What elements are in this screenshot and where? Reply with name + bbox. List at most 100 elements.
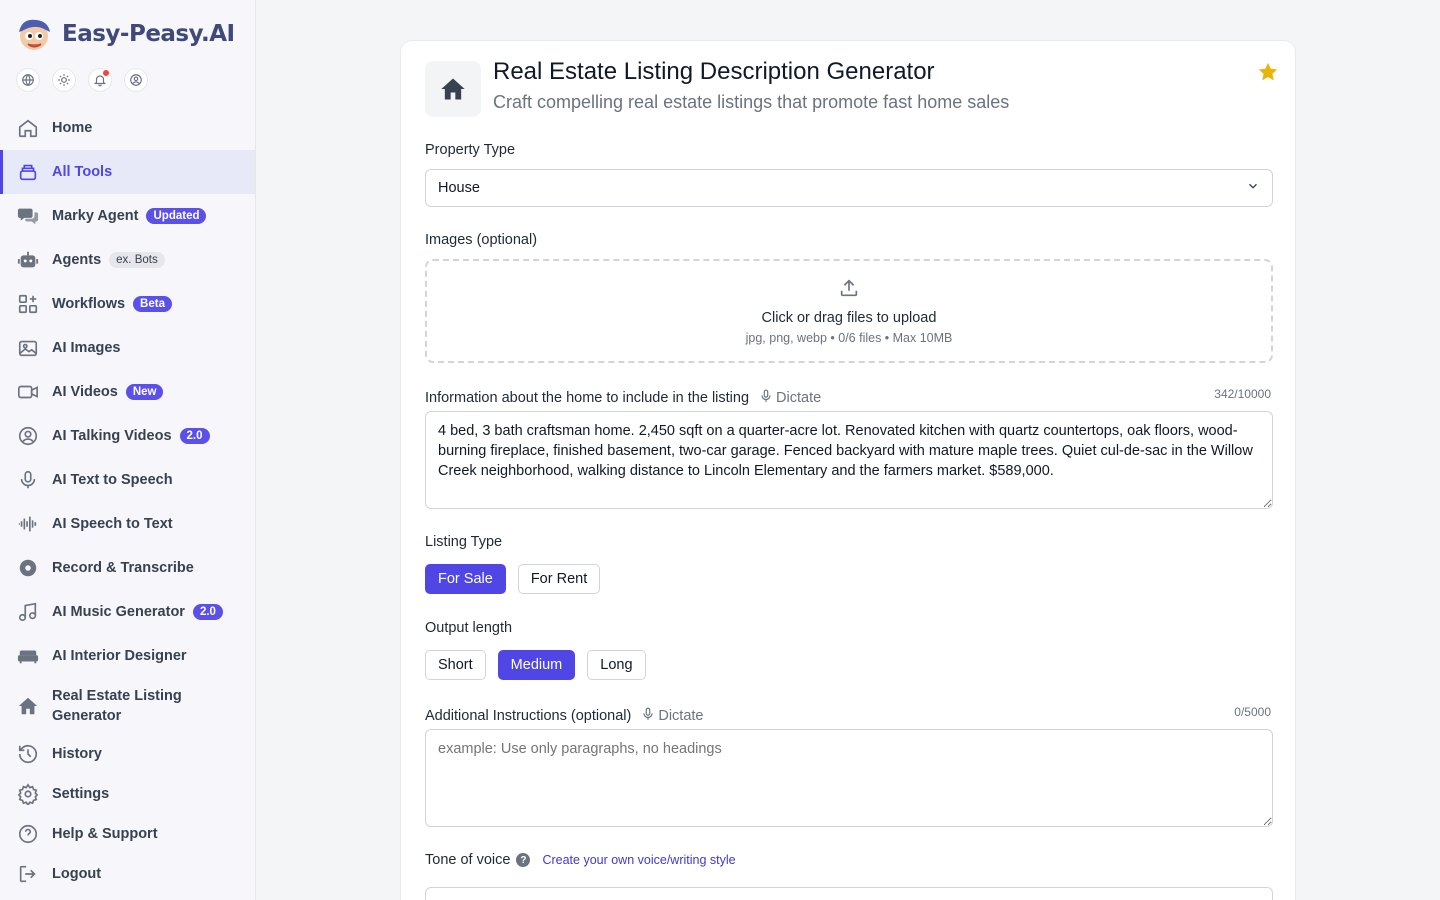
output-length-group: Short Medium Long [425, 650, 646, 680]
images-icon [16, 336, 40, 360]
globe-icon[interactable] [16, 68, 40, 92]
sidebar-item-ai-text-to-speech[interactable]: AI Text to Speech [0, 458, 255, 502]
sidebar-item-ai-music-generator[interactable]: AI Music Generator 2.0 [0, 590, 255, 634]
sidebar-item-label: Real Estate Listing Generator [52, 688, 182, 724]
info-label: Information about the home to include in… [425, 390, 750, 406]
help-icon [16, 822, 40, 846]
microphone-icon [759, 387, 773, 409]
image-upload-dropzone[interactable]: Click or drag files to upload jpg, png, … [425, 259, 1273, 363]
sidebar-item-label: Record & Transcribe [52, 560, 194, 576]
sidebar-item-agents[interactable]: Agents ex. Bots [0, 238, 255, 282]
microphone-icon [16, 468, 40, 492]
upload-constraints: jpg, png, webp • 0/6 files • Max 10MB [745, 331, 953, 345]
sidebar: Easy-Peasy.AI Home All Tools Marky Agent [0, 0, 256, 900]
sidebar-item-help-support[interactable]: Help & Support [0, 814, 255, 854]
listing-type-label: Listing Type [425, 534, 503, 550]
medium-button[interactable]: Medium [497, 650, 576, 680]
sidebar-item-home[interactable]: Home [0, 106, 255, 150]
sidebar-item-label: AI Talking Videos [52, 428, 172, 444]
version-badge: 2.0 [179, 428, 210, 444]
gear-icon [16, 782, 40, 806]
sidebar-item-label: All Tools [52, 164, 113, 180]
music-icon [16, 600, 40, 624]
home-info-textarea[interactable]: 4 bed, 3 bath craftsman home. 2,450 sqft… [425, 411, 1273, 509]
sidebar-item-label: Marky Agent [52, 208, 139, 224]
history-icon [16, 742, 40, 766]
sidebar-item-real-estate-listing-generator[interactable]: Real Estate Listing Generator [0, 678, 255, 734]
sidebar-item-label: AI Interior Designer [52, 648, 187, 664]
sidebar-item-ai-talking-videos[interactable]: AI Talking Videos 2.0 [0, 414, 255, 458]
user-circle-icon[interactable] [124, 68, 148, 92]
listing-type-group: For Sale For Rent [425, 564, 601, 594]
short-button[interactable]: Short [425, 650, 486, 680]
bell-icon[interactable] [88, 68, 112, 92]
house-icon [16, 694, 40, 718]
page-subtitle: Craft compelling real estate listings th… [493, 92, 1010, 112]
mascot-logo-icon [14, 16, 56, 52]
sidebar-item-label: Home [52, 120, 93, 136]
talking-avatar-icon [16, 424, 40, 448]
sidebar-item-ai-speech-to-text[interactable]: AI Speech to Text [0, 502, 255, 546]
sidebar-item-marky-agent[interactable]: Marky Agent Updated [0, 194, 255, 238]
new-badge: New [125, 384, 164, 400]
layers-icon [16, 160, 40, 184]
sidebar-item-label: AI Videos [52, 384, 118, 400]
additional-label-row: Additional Instructions (optional) Dicta… [425, 705, 703, 727]
upload-instructions: Click or drag files to upload [761, 310, 937, 326]
additional-label: Additional Instructions (optional) [425, 708, 632, 724]
logout-icon [16, 862, 40, 886]
dictate-button[interactable]: Dictate [759, 387, 821, 409]
upload-icon [838, 277, 860, 310]
for-sale-button[interactable]: For Sale [425, 564, 506, 594]
version-badge: 2.0 [192, 604, 223, 620]
info-label-row: Information about the home to include in… [425, 387, 821, 409]
additional-char-counter: 0/5000 [1234, 705, 1271, 719]
additional-instructions-textarea[interactable] [425, 729, 1273, 827]
long-button[interactable]: Long [587, 650, 646, 680]
output-length-label: Output length [425, 620, 513, 636]
video-icon [16, 380, 40, 404]
sidebar-item-record-transcribe[interactable]: Record & Transcribe [0, 546, 255, 590]
images-label: Images (optional) [425, 232, 538, 248]
sun-icon[interactable] [52, 68, 76, 92]
property-type-label: Property Type [425, 142, 516, 158]
sofa-icon [16, 644, 40, 668]
chevron-down-icon [1246, 179, 1260, 197]
sidebar-item-ai-images[interactable]: AI Images [0, 326, 255, 370]
sidebar-item-workflows[interactable]: Workflows Beta [0, 282, 255, 326]
sidebar-item-label: History [52, 746, 102, 762]
chat-icon [16, 204, 40, 228]
dictate-button[interactable]: Dictate [641, 705, 703, 727]
sidebar-item-ai-interior-designer[interactable]: AI Interior Designer [0, 634, 255, 678]
tool-card: Real Estate Listing Description Generato… [400, 40, 1296, 900]
sidebar-item-label: AI Music Generator [52, 604, 185, 620]
updated-badge: Updated [146, 208, 207, 224]
favorite-star-icon[interactable] [1257, 61, 1281, 85]
ex-bots-badge: ex. Bots [109, 252, 165, 268]
beta-badge: Beta [133, 296, 172, 312]
for-rent-button[interactable]: For Rent [517, 564, 601, 594]
create-voice-link[interactable]: Create your own voice/writing style [542, 853, 735, 867]
sidebar-item-label: Workflows [52, 296, 126, 312]
brand-name: Easy-Peasy.AI [62, 21, 235, 47]
brand-logo[interactable]: Easy-Peasy.AI [14, 16, 235, 52]
sidebar-item-label: Settings [52, 786, 110, 802]
sidebar-item-label: Logout [52, 866, 102, 882]
help-icon[interactable]: ? [516, 853, 531, 867]
sidebar-item-label: AI Images [52, 340, 121, 356]
robot-icon [16, 248, 40, 272]
dictate-label: Dictate [658, 708, 704, 724]
sidebar-item-logout[interactable]: Logout [0, 854, 255, 894]
tone-select[interactable] [425, 887, 1273, 900]
info-char-counter: 342/10000 [1214, 387, 1271, 401]
notification-dot [103, 70, 109, 76]
sidebar-item-all-tools[interactable]: All Tools [0, 150, 255, 194]
sidebar-item-history[interactable]: History [0, 734, 255, 774]
sidebar-item-label: AI Text to Speech [52, 472, 173, 488]
sidebar-item-settings[interactable]: Settings [0, 774, 255, 814]
property-type-select[interactable]: House [425, 169, 1273, 207]
page-title: Real Estate Listing Description Generato… [493, 58, 935, 85]
tone-label: Tone of voice [425, 852, 511, 868]
sidebar-item-label: Agents [52, 252, 102, 268]
sidebar-item-ai-videos[interactable]: AI Videos New [0, 370, 255, 414]
